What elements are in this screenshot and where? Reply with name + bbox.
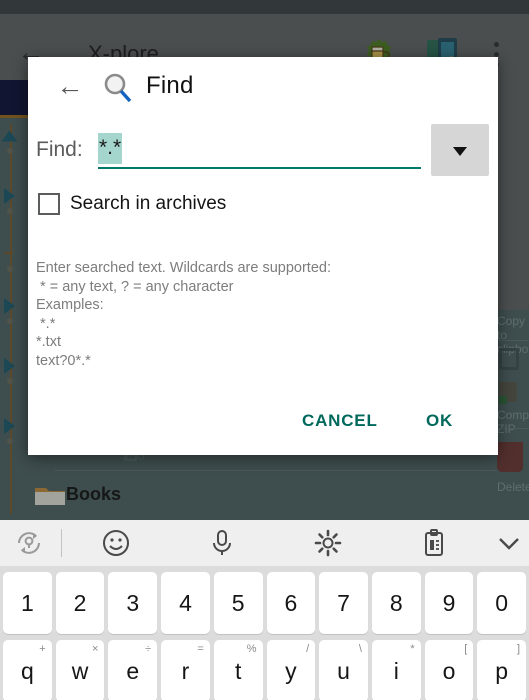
key-primary: i: [393, 658, 399, 684]
caret-down-icon: [453, 147, 467, 156]
key-primary: y: [285, 658, 297, 684]
key-secondary: /: [306, 643, 310, 655]
key-i[interactable]: * i: [371, 640, 421, 700]
key-r[interactable]: = r: [161, 640, 210, 700]
help-line: *.*: [36, 315, 56, 332]
toolbar-divider: [61, 529, 62, 557]
key-0[interactable]: 0: [477, 572, 527, 634]
keyboard-letter-row: + q × w ÷ e = r % t / y \ u * i [o] p: [0, 640, 529, 700]
key-5[interactable]: 5: [213, 572, 263, 634]
key-t[interactable]: % t: [213, 640, 263, 700]
settings-gear-icon[interactable]: [313, 528, 343, 558]
key-primary: q: [20, 658, 34, 684]
help-line: text?0*.*: [36, 352, 91, 369]
key-secondary: \: [358, 643, 362, 655]
key-secondary: %: [246, 643, 257, 655]
find-dialog: ← Find Find: *.* Search in archives Ente…: [28, 57, 498, 455]
microphone-icon[interactable]: [207, 528, 237, 558]
help-line: *.txt: [36, 334, 61, 350]
key-secondary: ×: [91, 643, 99, 655]
screen: ← X-plore 386 Books Copy to clipbo Comp …: [0, 0, 529, 700]
key-6[interactable]: 6: [266, 572, 316, 634]
cancel-button[interactable]: CANCEL: [302, 403, 378, 439]
dialog-header: ← Find: [28, 57, 498, 115]
key-2[interactable]: 2: [55, 572, 105, 634]
key-w[interactable]: × w: [55, 640, 105, 700]
dialog-actions: CANCEL OK: [28, 395, 498, 447]
soft-keyboard: 1 2 3 4 5 6 7 8 9 0 + q × w ÷ e = r % t …: [0, 520, 529, 700]
search-in-archives-label: Search in archives: [70, 193, 227, 214]
ok-button[interactable]: OK: [426, 403, 453, 439]
key-e[interactable]: ÷ e: [108, 640, 158, 700]
search-input-value: *.*: [98, 133, 123, 164]
search-input[interactable]: *.*: [98, 133, 421, 169]
key-secondary: ÷: [145, 643, 152, 655]
keyboard-number-row: 1 2 3 4 5 6 7 8 9 0: [0, 572, 529, 634]
find-label: Find:: [36, 138, 83, 161]
key-primary: t: [234, 658, 242, 684]
key-primary: u: [337, 658, 350, 684]
clipboard-icon[interactable]: [419, 528, 449, 558]
clipboard-sync-icon[interactable]: [14, 528, 44, 558]
key-1[interactable]: 1: [3, 572, 52, 634]
key-secondary: [: [464, 643, 468, 655]
key-4[interactable]: 4: [161, 572, 210, 634]
key-o[interactable]: [ o: [424, 640, 474, 700]
help-text: Enter searched text. Wildcards are suppo…: [36, 259, 476, 370]
help-line: * = any text, ? = any character: [36, 278, 234, 295]
key-3[interactable]: 3: [108, 572, 158, 634]
key-u[interactable]: \ u: [319, 640, 368, 700]
key-primary: w: [71, 658, 89, 684]
key-secondary: *: [410, 643, 415, 655]
dialog-back-icon[interactable]: ←: [54, 71, 86, 103]
key-secondary: =: [197, 643, 204, 655]
search-in-archives-row[interactable]: Search in archives: [28, 187, 498, 231]
key-secondary: +: [39, 643, 46, 655]
chevron-down-icon[interactable]: [494, 528, 524, 558]
dialog-title: Find: [146, 72, 194, 99]
search-in-archives-checkbox[interactable]: [38, 193, 60, 215]
key-y[interactable]: / y: [266, 640, 316, 700]
key-p[interactable]: ] p: [477, 640, 527, 700]
history-dropdown-button[interactable]: [431, 124, 489, 176]
key-primary: p: [495, 658, 509, 684]
help-line: Enter searched text. Wildcards are suppo…: [36, 260, 331, 276]
find-field-row: Find: *.*: [28, 115, 498, 187]
key-7[interactable]: 7: [319, 572, 368, 634]
keyboard-toolbar: [0, 520, 529, 566]
key-9[interactable]: 9: [424, 572, 474, 634]
key-primary: e: [126, 658, 140, 684]
magnifier-icon: [104, 73, 132, 103]
help-line: Examples:: [36, 297, 104, 313]
key-q[interactable]: + q: [3, 640, 52, 700]
key-primary: r: [181, 658, 190, 684]
key-secondary: ]: [516, 643, 521, 655]
emoji-icon[interactable]: [101, 528, 131, 558]
key-8[interactable]: 8: [371, 572, 421, 634]
key-primary: o: [442, 658, 456, 684]
